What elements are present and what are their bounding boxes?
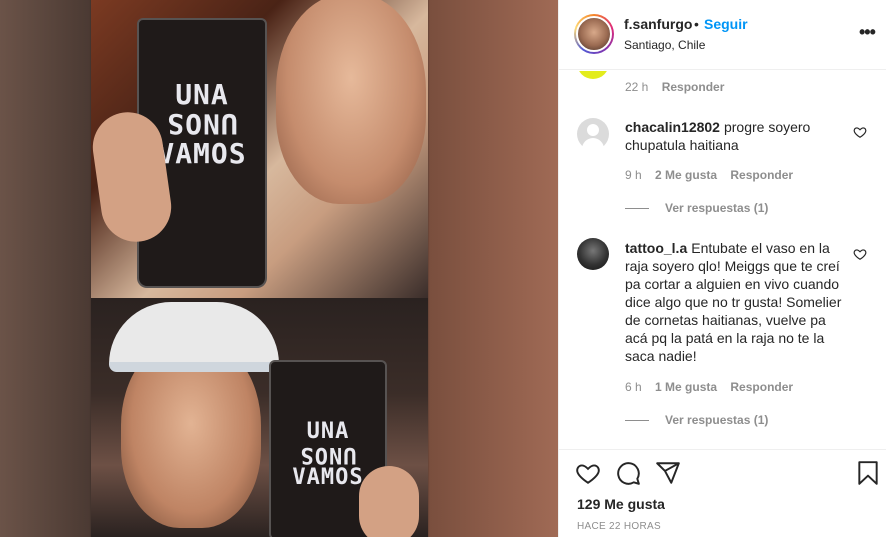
comment-meta: 6 h 1 Me gusta Responder <box>625 380 793 394</box>
comment-body: chacalin12802 progre soyero chupatula hai… <box>625 118 845 154</box>
author-username[interactable]: f.sanfurgo <box>624 16 692 32</box>
location-link[interactable]: Santiago, Chile <box>624 38 705 52</box>
comment-meta: 9 h 2 Me gusta Responder <box>625 168 793 182</box>
avatar[interactable] <box>577 118 609 150</box>
comment-likes[interactable]: 2 Me gusta <box>655 168 717 182</box>
comment-time[interactable]: 6 h <box>625 380 642 394</box>
avatar[interactable] <box>576 16 612 52</box>
media-photo-top: UNA UNOS VAMOS <box>91 0 428 298</box>
heart-icon[interactable] <box>853 247 867 261</box>
post-actions: 129 Me gusta HACE 22 HORAS <box>559 449 886 537</box>
post-media[interactable]: UNA UNOS VAMOS UNA UNOS VAMOS <box>0 0 558 537</box>
hand <box>359 466 419 537</box>
likes-count[interactable]: 129 Me gusta <box>577 496 665 512</box>
avatar[interactable] <box>577 238 609 270</box>
follow-button[interactable]: Seguir <box>704 16 748 32</box>
divider-line <box>625 420 649 422</box>
comment-body: tattoo_l.a Entubate el vaso en la raja so… <box>625 239 845 365</box>
comment-meta: 22 h Responder <box>625 80 724 94</box>
reply-button[interactable]: Responder <box>730 380 793 394</box>
comment-likes[interactable]: 1 Me gusta <box>655 380 717 394</box>
comment-username[interactable]: tattoo_l.a <box>625 240 687 256</box>
comment-time[interactable]: 22 h <box>625 80 648 94</box>
view-replies-button[interactable]: Ver respuestas (1) <box>625 413 768 427</box>
media-photo-bottom: UNA UNOS VAMOS <box>91 298 428 537</box>
cap <box>109 302 279 372</box>
comment-icon[interactable] <box>615 460 641 486</box>
comments-list[interactable]: 22 h Responder chacalin12802 progre soyer… <box>559 71 886 449</box>
reply-button[interactable]: Responder <box>662 80 725 94</box>
bookmark-icon[interactable] <box>855 460 881 486</box>
comment-text: Entubate el vaso en la raja soyero qlo! … <box>625 240 842 364</box>
view-replies-button[interactable]: Ver respuestas (1) <box>625 201 768 215</box>
separator-dot: • <box>694 16 699 32</box>
avatar[interactable] <box>577 71 609 79</box>
more-options-icon[interactable]: ••• <box>859 22 876 43</box>
divider-line <box>625 208 649 210</box>
post-timestamp[interactable]: HACE 22 HORAS <box>577 521 661 532</box>
comment-time[interactable]: 9 h <box>625 168 642 182</box>
heart-icon[interactable] <box>853 125 867 139</box>
heart-icon[interactable] <box>575 460 601 486</box>
story-ring[interactable] <box>574 14 614 54</box>
share-icon[interactable] <box>655 460 681 486</box>
smiling-man-face <box>276 0 426 204</box>
comment-username[interactable]: chacalin12802 <box>625 119 720 135</box>
post-header: f.sanfurgo • Seguir Santiago, Chile ••• <box>559 0 886 70</box>
post-side-panel: f.sanfurgo • Seguir Santiago, Chile ••• … <box>558 0 886 537</box>
reply-button[interactable]: Responder <box>730 168 793 182</box>
